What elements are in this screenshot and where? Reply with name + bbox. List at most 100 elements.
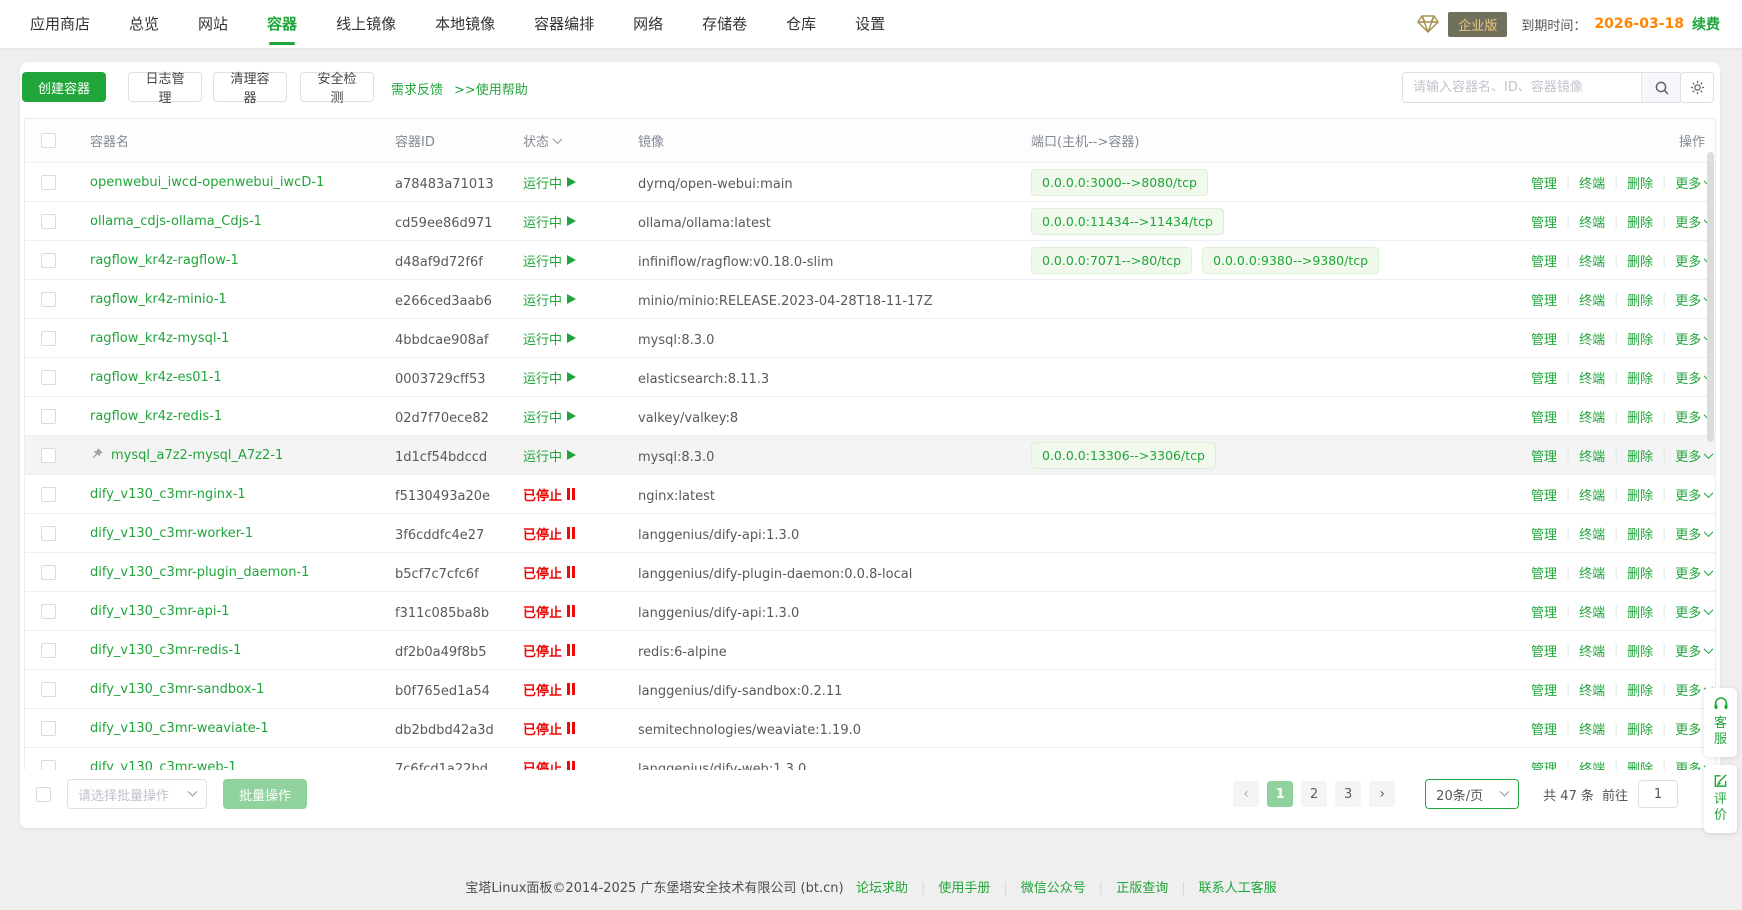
terminal-link[interactable]: 终端 — [1579, 329, 1605, 348]
footer-link-2[interactable]: 微信公众号 — [1021, 881, 1086, 896]
create-container-button[interactable]: 创建容器 — [22, 72, 106, 102]
container-name-link[interactable]: dify_v130_c3mr-worker-1 — [90, 526, 253, 541]
nav-item-0[interactable]: 应用商店 — [30, 0, 90, 48]
container-name-link[interactable]: dify_v130_c3mr-web-1 — [90, 760, 237, 771]
more-link[interactable]: 更多 — [1675, 446, 1712, 465]
next-page-button[interactable]: › — [1369, 781, 1395, 807]
delete-link[interactable]: 删除 — [1627, 602, 1653, 621]
scrollbar[interactable] — [1707, 152, 1714, 442]
port-mapping-badge[interactable]: 0.0.0.0:3000-->8080/tcp — [1031, 169, 1208, 196]
port-mapping-badge[interactable]: 0.0.0.0:7071-->80/tcp — [1031, 247, 1192, 274]
container-name-link[interactable]: dify_v130_c3mr-plugin_daemon-1 — [90, 565, 309, 580]
customer-service-button[interactable]: 客服 — [1704, 688, 1737, 757]
more-link[interactable]: 更多 — [1675, 485, 1712, 504]
footer-link-0[interactable]: 论坛求助 — [856, 881, 908, 896]
nav-item-3[interactable]: 容器 — [267, 0, 297, 48]
settings-button[interactable] — [1680, 72, 1714, 103]
delete-link[interactable]: 删除 — [1627, 680, 1653, 699]
container-name-link[interactable]: ragflow_kr4z-es01-1 — [90, 370, 222, 385]
delete-link[interactable]: 删除 — [1627, 719, 1653, 738]
container-name-link[interactable]: dify_v130_c3mr-weaviate-1 — [90, 721, 269, 736]
terminal-link[interactable]: 终端 — [1579, 602, 1605, 621]
row-checkbox[interactable] — [41, 682, 56, 697]
manage-link[interactable]: 管理 — [1531, 719, 1557, 738]
manage-link[interactable]: 管理 — [1531, 329, 1557, 348]
nav-item-8[interactable]: 存储卷 — [702, 0, 747, 48]
more-link[interactable]: 更多 — [1675, 524, 1712, 543]
nav-item-9[interactable]: 仓库 — [786, 0, 816, 48]
footer-link-1[interactable]: 使用手册 — [938, 881, 990, 896]
batch-action-select[interactable]: 请选择批量操作 — [67, 779, 207, 809]
terminal-link[interactable]: 终端 — [1579, 368, 1605, 387]
manage-link[interactable]: 管理 — [1531, 251, 1557, 270]
search-button[interactable] — [1641, 73, 1681, 102]
manage-link[interactable]: 管理 — [1531, 758, 1557, 771]
delete-link[interactable]: 删除 — [1627, 368, 1653, 387]
page-button-1[interactable]: 1 — [1267, 781, 1293, 807]
clean-container-button[interactable]: 清理容器 — [213, 72, 287, 102]
security-check-button[interactable]: 安全检测 — [300, 72, 374, 102]
delete-link[interactable]: 删除 — [1627, 329, 1653, 348]
manage-link[interactable]: 管理 — [1531, 446, 1557, 465]
row-checkbox[interactable] — [41, 643, 56, 658]
container-name-link[interactable]: mysql_a7z2-mysql_A7z2-1 — [111, 448, 283, 463]
row-checkbox[interactable] — [41, 760, 56, 771]
container-name-link[interactable]: dify_v130_c3mr-nginx-1 — [90, 487, 246, 502]
terminal-link[interactable]: 终端 — [1579, 641, 1605, 660]
delete-link[interactable]: 删除 — [1627, 641, 1653, 660]
row-checkbox[interactable] — [41, 331, 56, 346]
batch-apply-button[interactable]: 批量操作 — [223, 779, 307, 809]
container-name-link[interactable]: ragflow_kr4z-mysql-1 — [90, 331, 229, 346]
terminal-link[interactable]: 终端 — [1579, 719, 1605, 738]
manage-link[interactable]: 管理 — [1531, 641, 1557, 660]
terminal-link[interactable]: 终端 — [1579, 524, 1605, 543]
nav-item-5[interactable]: 本地镜像 — [435, 0, 495, 48]
footer-link-4[interactable]: 联系人工客服 — [1199, 881, 1277, 896]
manage-link[interactable]: 管理 — [1531, 563, 1557, 582]
renew-link[interactable]: 续费 — [1692, 14, 1720, 34]
port-mapping-badge[interactable]: 0.0.0.0:11434-->11434/tcp — [1031, 208, 1224, 235]
terminal-link[interactable]: 终端 — [1579, 485, 1605, 504]
manage-link[interactable]: 管理 — [1531, 173, 1557, 192]
more-link[interactable]: 更多 — [1675, 602, 1712, 621]
goto-page-input[interactable] — [1638, 780, 1678, 808]
row-checkbox[interactable] — [41, 292, 56, 307]
row-checkbox[interactable] — [41, 214, 56, 229]
search-input[interactable] — [1403, 73, 1641, 102]
container-name-link[interactable]: dify_v130_c3mr-api-1 — [90, 604, 230, 619]
row-checkbox[interactable] — [41, 370, 56, 385]
port-mapping-badge[interactable]: 0.0.0.0:13306-->3306/tcp — [1031, 442, 1216, 469]
row-checkbox[interactable] — [41, 721, 56, 736]
delete-link[interactable]: 删除 — [1627, 407, 1653, 426]
row-checkbox[interactable] — [41, 448, 56, 463]
container-name-link[interactable]: openwebui_iwcd-openwebui_iwcD-1 — [90, 175, 324, 190]
review-button[interactable]: 评价 — [1704, 765, 1737, 833]
delete-link[interactable]: 删除 — [1627, 758, 1653, 771]
terminal-link[interactable]: 终端 — [1579, 446, 1605, 465]
log-manage-button[interactable]: 日志管理 — [128, 72, 202, 102]
delete-link[interactable]: 删除 — [1627, 290, 1653, 309]
terminal-link[interactable]: 终端 — [1579, 212, 1605, 231]
container-name-link[interactable]: dify_v130_c3mr-redis-1 — [90, 643, 241, 658]
row-checkbox[interactable] — [41, 565, 56, 580]
terminal-link[interactable]: 终端 — [1579, 680, 1605, 699]
page-size-select[interactable]: 20条/页 — [1425, 779, 1519, 809]
row-checkbox[interactable] — [41, 253, 56, 268]
container-name-link[interactable]: ragflow_kr4z-ragflow-1 — [90, 253, 239, 268]
port-mapping-badge[interactable]: 0.0.0.0:9380-->9380/tcp — [1202, 247, 1379, 274]
manage-link[interactable]: 管理 — [1531, 212, 1557, 231]
delete-link[interactable]: 删除 — [1627, 212, 1653, 231]
row-checkbox[interactable] — [41, 604, 56, 619]
terminal-link[interactable]: 终端 — [1579, 407, 1605, 426]
delete-link[interactable]: 删除 — [1627, 524, 1653, 543]
nav-item-6[interactable]: 容器编排 — [534, 0, 594, 48]
manage-link[interactable]: 管理 — [1531, 407, 1557, 426]
nav-item-4[interactable]: 线上镜像 — [336, 0, 396, 48]
feedback-link[interactable]: 需求反馈 — [391, 79, 443, 98]
nav-item-10[interactable]: 设置 — [855, 0, 885, 48]
delete-link[interactable]: 删除 — [1627, 173, 1653, 192]
footer-link-3[interactable]: 正版查询 — [1116, 881, 1168, 896]
manage-link[interactable]: 管理 — [1531, 290, 1557, 309]
more-link[interactable]: 更多 — [1675, 641, 1712, 660]
manage-link[interactable]: 管理 — [1531, 368, 1557, 387]
